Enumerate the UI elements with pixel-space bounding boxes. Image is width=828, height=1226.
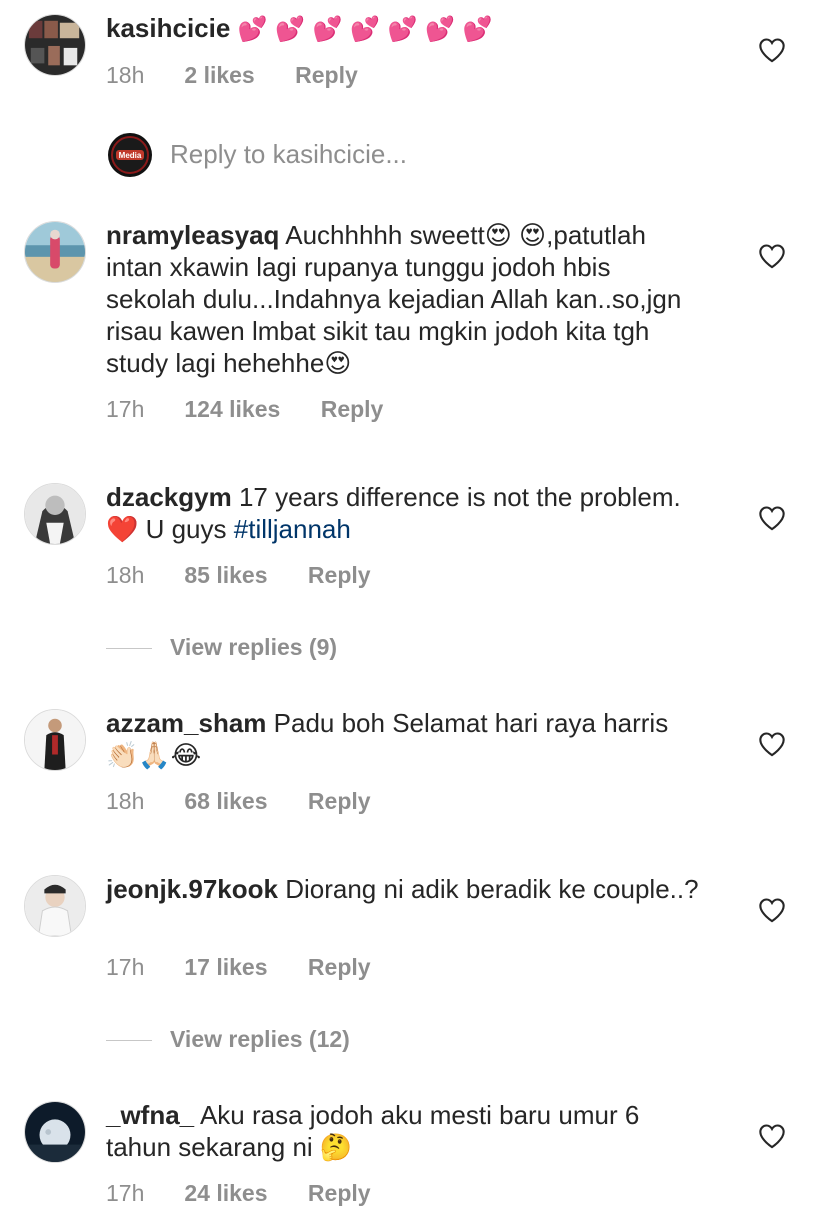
avatar[interactable] [24, 1101, 86, 1163]
divider-line [106, 648, 152, 650]
heart-outline-icon[interactable] [758, 1123, 786, 1149]
comment-meta: 17h 124 likes Reply [106, 396, 383, 426]
comment-username[interactable]: dzackgym [106, 482, 232, 512]
comment-meta: 18h 2 likes Reply [106, 62, 358, 92]
reply-button[interactable]: Reply [308, 1180, 371, 1207]
comment-time: 17h [106, 954, 145, 980]
comment-username[interactable]: jeonjk.97kook [106, 874, 278, 904]
comment-time: 17h [106, 396, 145, 422]
avatar[interactable] [24, 875, 86, 937]
reply-button[interactable]: Reply [308, 562, 371, 589]
avatar[interactable] [24, 709, 86, 771]
view-replies-button[interactable]: View replies (9) [106, 634, 337, 661]
reply-button[interactable]: Reply [308, 788, 371, 815]
reply-input-placeholder[interactable]: Reply to kasihcicie... [170, 139, 407, 170]
avatar[interactable] [24, 221, 86, 283]
comment-emoji: 💕 💕 💕 💕 💕 💕 💕 [237, 15, 493, 43]
comment-username[interactable]: kasihcicie [106, 13, 230, 43]
comment-time: 18h [106, 62, 145, 88]
comment-likes[interactable]: 17 likes [184, 954, 267, 981]
comment-text: nramyleasyaq Auchhhhh sweett😍 😍,patutlah… [106, 219, 706, 379]
comment-time: 18h [106, 788, 145, 814]
reply-button[interactable]: Reply [321, 396, 384, 423]
comment-time: 17h [106, 1180, 145, 1206]
view-replies-label[interactable]: View replies (9) [170, 634, 337, 660]
comment-meta: 18h 68 likes Reply [106, 788, 371, 818]
reply-button[interactable]: Reply [295, 62, 358, 89]
hashtag-link[interactable]: #tilljannah [234, 514, 351, 544]
comment-likes[interactable]: 85 likes [184, 562, 267, 589]
comment-username[interactable]: azzam_sham [106, 708, 266, 738]
comment-text: _wfna_ Aku rasa jodoh aku mesti baru umu… [106, 1099, 706, 1163]
avatar[interactable] [24, 14, 86, 76]
divider-line [106, 1040, 152, 1042]
view-replies-button[interactable]: View replies (12) [106, 1026, 350, 1053]
heart-outline-icon[interactable] [758, 731, 786, 757]
comment-text: jeonjk.97kook Diorang ni adik beradik ke… [106, 873, 706, 905]
svg-text:Media: Media [119, 151, 142, 160]
comment-time: 18h [106, 562, 145, 588]
comment-text: dzackgym 17 years difference is not the … [106, 481, 706, 545]
current-user-avatar: Media [108, 133, 152, 177]
heart-outline-icon[interactable] [758, 897, 786, 923]
heart-outline-icon[interactable] [758, 505, 786, 531]
comment-text: azzam_sham Padu boh Selamat hari raya ha… [106, 707, 706, 771]
comment-meta: 17h 24 likes Reply [106, 1180, 371, 1210]
comment-likes[interactable]: 24 likes [184, 1180, 267, 1207]
comment-meta: 17h 17 likes Reply [106, 954, 371, 984]
comment-likes[interactable]: 68 likes [184, 788, 267, 815]
comment-body: Diorang ni adik beradik ke couple..? [285, 874, 699, 904]
comment-username[interactable]: nramyleasyaq [106, 220, 279, 250]
comment-text: kasihcicie 💕 💕 💕 💕 💕 💕 💕 [106, 12, 706, 45]
comment-meta: 18h 85 likes Reply [106, 562, 371, 592]
reply-button[interactable]: Reply [308, 954, 371, 981]
avatar[interactable] [24, 483, 86, 545]
heart-outline-icon[interactable] [758, 37, 786, 63]
comment-likes[interactable]: 124 likes [184, 396, 280, 423]
comment-likes[interactable]: 2 likes [184, 62, 254, 89]
comment-username[interactable]: _wfna_ [106, 1100, 194, 1130]
view-replies-label[interactable]: View replies (12) [170, 1026, 350, 1052]
heart-outline-icon[interactable] [758, 243, 786, 269]
